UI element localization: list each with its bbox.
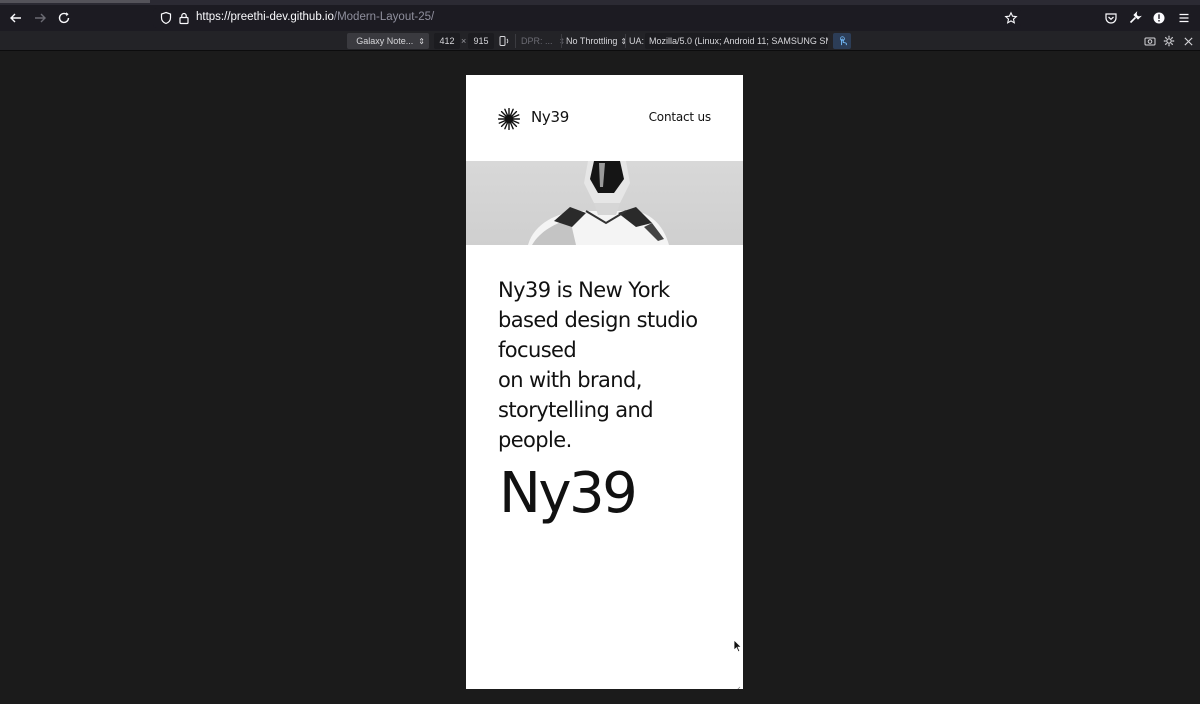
user-agent-value: Mozilla/5.0 (Linux; Android 11; SAMSUNG … [649,36,828,46]
height-value: 915 [473,36,489,46]
tagline-line: storytelling and [498,398,654,422]
lock-icon[interactable] [173,7,195,29]
starburst-logo-icon[interactable] [497,107,521,131]
touch-icon[interactable] [833,33,851,49]
throttling-label: No Throttling [566,36,618,46]
tagline-line: Ny39 is New York [498,278,670,302]
contact-link[interactable]: Contact us [649,110,712,124]
pocket-icon[interactable] [1100,7,1122,29]
dimension-separator: × [461,36,467,46]
info-icon[interactable] [1148,7,1170,29]
tagline: Ny39 is New York based design studio foc… [498,275,718,455]
menu-icon[interactable] [1173,7,1195,29]
width-value: 412 [439,36,455,46]
device-viewport: Ny39 Contact us Ny39 is New York based d… [466,75,743,689]
url-path: /Modern-Layout-25/ [333,11,435,23]
wrench-icon[interactable] [1124,7,1146,29]
toolbar-separator [515,34,516,48]
dpr-selector[interactable]: DPR: ...⇕ [521,33,565,49]
user-agent-input[interactable]: Mozilla/5.0 (Linux; Android 11; SAMSUNG … [645,33,828,49]
close-icon[interactable] [1183,33,1197,49]
tagline-line: based design studio [498,308,698,332]
resize-handle[interactable] [733,679,741,689]
forward-icon[interactable] [29,7,51,29]
hero-image [466,161,743,245]
brand-name[interactable]: Ny39 [531,108,569,126]
height-input[interactable]: 915 [468,33,494,49]
chevron-updown-icon: ⇕ [620,36,628,46]
tagline-line: on with brand, [498,368,642,392]
navigation-toolbar: https://preethi-dev.github.io/Modern-Lay… [0,5,1200,31]
responsive-design-toolbar: Galaxy Note... ⇕ 412 × 915 DPR: ...⇕ No … [0,31,1200,51]
url-host: https://preethi-dev.github.io [196,11,334,23]
toolbar-separator [625,34,626,48]
rotate-icon[interactable] [498,33,512,49]
toolbar-separator [561,34,562,48]
chevron-updown-icon: ⇕ [418,36,425,46]
device-selector[interactable]: Galaxy Note... ⇕ [347,33,429,49]
width-input[interactable]: 412 [434,33,460,49]
tagline-line: focused [498,338,577,362]
dpr-label: DPR: ... [521,36,553,46]
active-tab-indicator [0,0,150,3]
star-icon[interactable] [1000,7,1022,29]
settings-icon[interactable] [1163,33,1177,49]
screenshot-icon[interactable] [1144,33,1158,49]
address-bar[interactable]: https://preethi-dev.github.io/Modern-Lay… [153,8,1021,28]
device-name: Galaxy Note... [356,36,414,46]
tagline-line: people. [498,428,572,452]
reload-icon[interactable] [53,7,75,29]
throttling-selector[interactable]: No Throttling ⇕ [566,33,627,49]
back-icon[interactable] [5,7,27,29]
ua-label: UA: [629,36,645,46]
mouse-cursor [733,638,743,653]
big-brand-heading: Ny39 [499,461,638,526]
url-text[interactable]: https://preethi-dev.github.io/Modern-Lay… [196,11,434,23]
